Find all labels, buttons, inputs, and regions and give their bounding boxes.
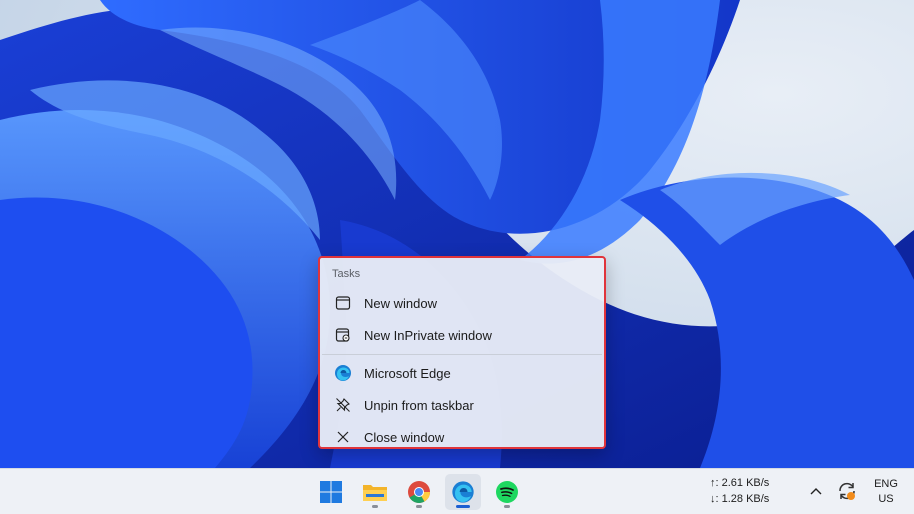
edge-icon [332, 362, 354, 384]
menu-item-new-inprivate-window[interactable]: New InPrivate window [324, 320, 600, 350]
start-button[interactable] [313, 474, 349, 510]
taskbar-file-explorer[interactable] [357, 474, 393, 510]
menu-item-label: Microsoft Edge [364, 365, 451, 381]
download-speed: ↓: 1.28 KB/s [710, 493, 770, 505]
running-indicator [372, 505, 378, 508]
menu-item-label: Close window [364, 429, 445, 445]
upload-speed: ↑: 2.61 KB/s [710, 477, 770, 489]
unpin-icon [332, 394, 354, 416]
taskbar-microsoft-edge[interactable] [445, 474, 481, 510]
menu-item-microsoft-edge[interactable]: Microsoft Edge [324, 358, 600, 388]
chevron-up-icon[interactable] [808, 483, 824, 499]
menu-item-label: New window [364, 295, 437, 311]
menu-item-label: Unpin from taskbar [364, 397, 474, 413]
jump-list-heading: Tasks [332, 268, 361, 280]
menu-item-label: New InPrivate window [364, 327, 492, 343]
windows-logo-icon [320, 481, 342, 503]
inprivate-window-icon [332, 324, 354, 346]
menu-item-new-window[interactable]: New window [324, 288, 600, 318]
chrome-icon [408, 481, 430, 503]
language-indicator[interactable]: ENG US [866, 477, 906, 507]
edge-icon [452, 481, 474, 503]
running-indicator [456, 505, 470, 508]
desktop: Tasks New window New InPrivate window Mi… [0, 0, 914, 468]
spotify-icon [496, 481, 518, 503]
running-indicator [504, 505, 510, 508]
folder-icon [363, 485, 387, 501]
window-icon [332, 292, 354, 314]
network-speed-widget[interactable]: ↑: 2.61 KB/s ↓: 1.28 KB/s [710, 475, 769, 507]
taskbar-spotify[interactable] [489, 474, 525, 510]
language-code: ENG [874, 478, 898, 490]
taskbar-jump-list: Tasks New window New InPrivate window Mi… [318, 256, 606, 449]
region-code: US [878, 493, 894, 505]
update-sync-icon[interactable] [836, 480, 858, 502]
menu-item-close-window[interactable]: Close window [324, 422, 600, 452]
close-icon [332, 426, 354, 448]
taskbar-google-chrome[interactable] [401, 474, 437, 510]
menu-item-unpin-from-taskbar[interactable]: Unpin from taskbar [324, 390, 600, 420]
menu-separator [322, 354, 602, 355]
taskbar: ↑: 2.61 KB/s ↓: 1.28 KB/s ENG US [0, 468, 914, 514]
running-indicator [416, 505, 422, 508]
